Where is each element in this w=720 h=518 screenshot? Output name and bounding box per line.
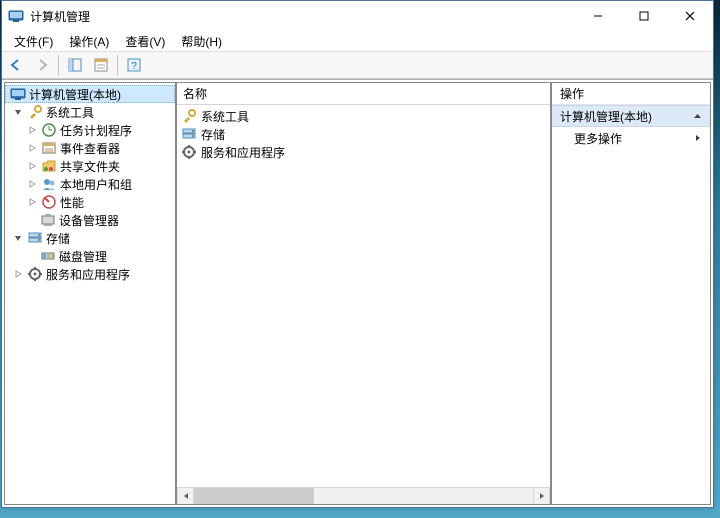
tree-node-label: 服务和应用程序 [46, 266, 130, 283]
horizontal-scrollbar[interactable] [177, 487, 550, 504]
titlebar: 计算机管理 [2, 1, 713, 31]
tree-node-label: 存储 [46, 230, 70, 247]
actions-context-header[interactable]: 计算机管理(本地) [552, 105, 710, 127]
scroll-track[interactable] [314, 488, 533, 504]
tree-node-performance[interactable]: 性能 [5, 193, 175, 211]
actions-pane-header: 操作 [552, 83, 710, 105]
tools-icon [181, 108, 197, 124]
nav-tree[interactable]: 计算机管理(本地) 系统工具 任务计划程序 [5, 83, 175, 504]
chevron-right-icon[interactable] [26, 160, 38, 172]
storage-icon [181, 126, 197, 142]
list-item-label: 存储 [201, 126, 225, 143]
list-header[interactable]: 名称 [177, 83, 550, 105]
chevron-right-icon[interactable] [26, 142, 38, 154]
tree-node-root[interactable]: 计算机管理(本地) [5, 85, 175, 103]
list-pane: 名称 系统工具 存储 服务和应用程序 [176, 82, 551, 505]
scroll-thumb[interactable] [194, 488, 314, 504]
event-viewer-icon [41, 140, 57, 156]
chevron-right-icon[interactable] [26, 124, 38, 136]
menu-file[interactable]: 文件(F) [6, 31, 61, 52]
tree-node-local-users[interactable]: 本地用户和组 [5, 175, 175, 193]
tools-icon [27, 104, 43, 120]
window-title: 计算机管理 [30, 8, 575, 25]
tree-node-storage[interactable]: 存储 [5, 229, 175, 247]
actions-header-label: 操作 [560, 85, 584, 102]
tree-node-label: 共享文件夹 [60, 158, 120, 175]
computer-mgmt-icon [10, 86, 26, 102]
chevron-down-icon[interactable] [12, 232, 24, 244]
list-body[interactable]: 系统工具 存储 服务和应用程序 [177, 105, 550, 487]
maximize-button[interactable] [621, 1, 667, 31]
tree-node-task-scheduler[interactable]: 任务计划程序 [5, 121, 175, 139]
list-item-label: 系统工具 [201, 108, 249, 125]
list-item[interactable]: 服务和应用程序 [181, 143, 546, 161]
chevron-right-icon[interactable] [26, 178, 38, 190]
chevron-down-icon[interactable] [12, 106, 24, 118]
tree-node-shared-folders[interactable]: 共享文件夹 [5, 157, 175, 175]
chevron-up-icon [693, 112, 702, 121]
help-button[interactable]: ? [122, 53, 146, 77]
chevron-right-icon[interactable] [26, 196, 38, 208]
disk-mgmt-icon [40, 248, 56, 264]
services-icon [27, 266, 43, 282]
actions-pane: 操作 计算机管理(本地) 更多操作 [551, 82, 711, 505]
chevron-right-icon[interactable] [12, 268, 24, 280]
clock-icon [41, 122, 57, 138]
tree-node-label: 任务计划程序 [60, 122, 132, 139]
storage-icon [27, 230, 43, 246]
scroll-left-button[interactable] [177, 488, 194, 504]
tree-pane: 计算机管理(本地) 系统工具 任务计划程序 [4, 82, 176, 505]
toolbar: ? [2, 51, 713, 79]
users-icon [41, 176, 57, 192]
close-button[interactable] [667, 1, 713, 31]
toolbar-separator [58, 55, 59, 75]
minimize-button[interactable] [575, 1, 621, 31]
actions-context-label: 计算机管理(本地) [560, 108, 652, 125]
list-item[interactable]: 系统工具 [181, 107, 546, 125]
tree-node-services-apps[interactable]: 服务和应用程序 [5, 265, 175, 283]
column-header-name[interactable]: 名称 [183, 85, 207, 102]
window: 计算机管理 文件(F) 操作(A) 查看(V) 帮助(H) ? 计算机管理(本地… [1, 0, 714, 508]
toolbar-separator [117, 55, 118, 75]
services-icon [181, 144, 197, 160]
menu-action[interactable]: 操作(A) [61, 31, 117, 52]
tree-node-event-viewer[interactable]: 事件查看器 [5, 139, 175, 157]
list-item[interactable]: 存储 [181, 125, 546, 143]
tree-node-label: 计算机管理(本地) [29, 86, 121, 103]
chevron-right-icon [694, 134, 702, 142]
tree-node-label: 性能 [60, 194, 84, 211]
tree-node-label: 磁盘管理 [59, 248, 107, 265]
app-icon [8, 8, 24, 24]
list-item-label: 服务和应用程序 [201, 144, 285, 161]
tree-node-label: 本地用户和组 [60, 176, 132, 193]
action-more[interactable]: 更多操作 [552, 127, 710, 149]
menu-view[interactable]: 查看(V) [117, 31, 173, 52]
menu-help[interactable]: 帮助(H) [173, 31, 230, 52]
action-more-label: 更多操作 [574, 130, 622, 147]
device-manager-icon [40, 212, 56, 228]
tree-node-device-manager[interactable]: 设备管理器 [5, 211, 175, 229]
svg-text:?: ? [131, 61, 137, 72]
body: 计算机管理(本地) 系统工具 任务计划程序 [2, 79, 713, 507]
nav-forward-button[interactable] [30, 53, 54, 77]
shared-folder-icon [41, 158, 57, 174]
tree-node-label: 设备管理器 [59, 212, 119, 229]
nav-back-button[interactable] [4, 53, 28, 77]
menubar: 文件(F) 操作(A) 查看(V) 帮助(H) [2, 31, 713, 51]
tree-node-disk-management[interactable]: 磁盘管理 [5, 247, 175, 265]
properties-button[interactable] [89, 53, 113, 77]
show-hide-tree-button[interactable] [63, 53, 87, 77]
scroll-right-button[interactable] [533, 488, 550, 504]
performance-icon [41, 194, 57, 210]
tree-node-sys-tools[interactable]: 系统工具 [5, 103, 175, 121]
tree-node-label: 系统工具 [46, 104, 94, 121]
tree-node-label: 事件查看器 [60, 140, 120, 157]
